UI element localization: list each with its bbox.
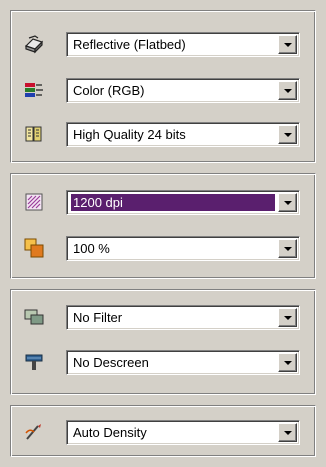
source-type-dropdown[interactable]: Reflective (Flatbed) xyxy=(66,32,300,57)
color-mode-row: Color (RGB) xyxy=(11,73,315,107)
bit-depth-row: High Quality 24 bits xyxy=(11,117,315,151)
filter-row: No Filter xyxy=(11,300,315,334)
resolution-settings-group: 1200 dpi 100 % xyxy=(10,173,316,279)
color-mode-dropdown[interactable]: Color (RGB) xyxy=(66,78,300,103)
original-settings-group: Reflective (Flatbed) Color (RGB) High Qu… xyxy=(10,10,316,163)
density-dropdown[interactable]: Auto Density xyxy=(66,420,300,445)
resolution-value: 1200 dpi xyxy=(71,194,275,211)
descreen-row: No Descreen xyxy=(11,345,315,379)
resolution-dropdown[interactable]: 1200 dpi xyxy=(66,190,300,215)
chevron-down-icon xyxy=(284,247,292,251)
scale-percent-icon xyxy=(24,238,44,258)
scale-dropdown-button[interactable] xyxy=(278,239,297,258)
descreen-icon xyxy=(25,354,43,370)
color-rgb-icon xyxy=(25,83,43,97)
quality-bits-icon xyxy=(25,126,42,142)
resolution-row: 1200 dpi xyxy=(11,185,315,219)
chevron-down-icon xyxy=(284,133,292,137)
scale-value: 100 % xyxy=(73,241,110,256)
descreen-dropdown[interactable]: No Descreen xyxy=(66,350,300,375)
source-type-value: Reflective (Flatbed) xyxy=(73,37,186,52)
chevron-down-icon xyxy=(284,316,292,320)
source-type-row: Reflective (Flatbed) xyxy=(11,27,315,61)
bit-depth-dropdown-button[interactable] xyxy=(278,125,297,144)
chevron-down-icon xyxy=(284,201,292,205)
bit-depth-value: High Quality 24 bits xyxy=(73,127,186,142)
chevron-down-icon xyxy=(284,431,292,435)
chevron-down-icon xyxy=(284,89,292,93)
scanner-settings-panel: Reflective (Flatbed) Color (RGB) High Qu… xyxy=(0,0,326,467)
density-dropdown-button[interactable] xyxy=(278,423,297,442)
filter-settings-group: No Filter No Descreen xyxy=(10,289,316,395)
scale-row: 100 % xyxy=(11,231,315,265)
chevron-down-icon xyxy=(284,43,292,47)
source-type-dropdown-button[interactable] xyxy=(278,35,297,54)
scale-dropdown[interactable]: 100 % xyxy=(66,236,300,261)
descreen-dropdown-button[interactable] xyxy=(278,353,297,372)
resolution-icon xyxy=(25,193,43,211)
color-mode-value: Color (RGB) xyxy=(73,83,145,98)
filter-dropdown[interactable]: No Filter xyxy=(66,305,300,330)
flatbed-scanner-icon xyxy=(24,35,44,54)
chevron-down-icon xyxy=(284,361,292,365)
descreen-value: No Descreen xyxy=(73,355,149,370)
density-value: Auto Density xyxy=(73,425,147,440)
density-settings-group: Auto Density xyxy=(10,405,316,457)
resolution-dropdown-button[interactable] xyxy=(278,193,297,212)
filter-icon xyxy=(24,309,44,325)
filter-value: No Filter xyxy=(73,310,123,325)
auto-density-icon xyxy=(25,424,41,440)
density-row: Auto Density xyxy=(11,415,315,449)
bit-depth-dropdown[interactable]: High Quality 24 bits xyxy=(66,122,300,147)
filter-dropdown-button[interactable] xyxy=(278,308,297,327)
color-mode-dropdown-button[interactable] xyxy=(278,81,297,100)
